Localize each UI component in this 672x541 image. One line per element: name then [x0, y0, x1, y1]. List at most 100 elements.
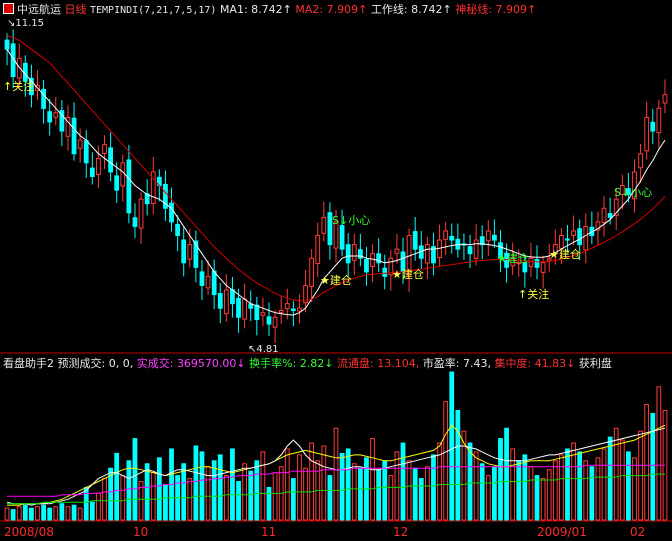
- volume-bar: [242, 463, 248, 521]
- volume-bar: [565, 448, 570, 521]
- candle-body: [83, 140, 89, 164]
- volume-bar: [205, 466, 211, 521]
- volume-bar: [254, 460, 260, 521]
- volume-bar: [650, 412, 656, 521]
- work-line-label: 工作线:: [370, 3, 408, 16]
- candle-body: [132, 217, 138, 227]
- volume-bar: [577, 451, 583, 521]
- build-position-annotation-3: ★建仓: [497, 252, 529, 265]
- candle-body: [485, 230, 491, 242]
- volume-bar: [327, 475, 333, 521]
- volume-bar: [102, 478, 107, 521]
- candle-body: [41, 88, 46, 109]
- candle-body: [242, 298, 248, 320]
- candle-body: [272, 316, 278, 328]
- candle-body: [309, 257, 315, 287]
- lower-indicator-title[interactable]: 看盘助手2: [3, 357, 54, 370]
- turnover-label: 换手率%:: [249, 357, 297, 370]
- volume-bar: [333, 427, 339, 521]
- candle-body: [260, 312, 266, 316]
- candle-body: [4, 39, 10, 50]
- candle-body: [351, 244, 357, 261]
- volume-bar: [290, 478, 296, 521]
- pe-ratio-label: 市盈率:: [422, 357, 460, 370]
- volume-bar: [595, 457, 601, 521]
- period-label[interactable]: 日线: [65, 3, 87, 16]
- volume-bar: [619, 439, 625, 521]
- candle-body: [278, 309, 284, 313]
- volume-bar: [418, 478, 424, 521]
- candle-body: [187, 244, 193, 260]
- candle-body: [217, 293, 223, 309]
- volume-bar: [309, 442, 315, 521]
- candle-body: [236, 297, 241, 318]
- chart-stage: 中远航运 日线 TEMPINDI(7,21,7,5,17) MA1: 8.742…: [0, 0, 672, 541]
- candle-body: [96, 157, 101, 175]
- candle-body: [491, 234, 497, 241]
- candle-body: [181, 239, 187, 264]
- volume-bar: [223, 475, 229, 521]
- stock-chart-canvas[interactable]: [0, 0, 672, 541]
- volume-bar: [230, 448, 235, 521]
- volume-bar: [321, 445, 327, 521]
- float-shares-label: 流通盘:: [337, 357, 374, 370]
- candle-body: [370, 253, 375, 267]
- volume-bar: [114, 452, 120, 521]
- low-price-label: ↖4.81: [248, 344, 279, 355]
- volume-bar: [96, 492, 101, 521]
- date-tab-2009-01[interactable]: 2009/01: [537, 524, 587, 541]
- app-menu-icon[interactable]: [3, 3, 14, 14]
- volume-bar: [144, 463, 150, 521]
- candle-body: [108, 147, 113, 173]
- candle-body: [89, 167, 95, 177]
- candle-body: [205, 275, 211, 289]
- date-tab-02[interactable]: 02: [630, 524, 645, 541]
- mystery-line-label: 神秘线:: [455, 3, 492, 16]
- candle-body: [656, 107, 662, 134]
- volume-bar: [498, 438, 503, 521]
- candle-body: [534, 259, 540, 268]
- volume-bar: [29, 507, 34, 521]
- volume-bar: [35, 506, 40, 521]
- date-tab-2008-08[interactable]: 2008/08: [4, 524, 54, 541]
- date-tab-12[interactable]: 12: [393, 524, 408, 541]
- volume-bar: [181, 463, 187, 521]
- candle-body: [577, 228, 583, 246]
- volume-bar: [400, 442, 406, 521]
- candle-body: [528, 257, 534, 267]
- candle-body: [47, 111, 53, 123]
- volume-bar: [455, 409, 461, 521]
- turnover-value: 2.82↓: [299, 357, 334, 370]
- volume-bar: [351, 463, 357, 521]
- date-tab-11[interactable]: 11: [261, 524, 276, 541]
- candle-body: [53, 112, 59, 118]
- volume-bar: [376, 469, 382, 521]
- date-tab-10[interactable]: 10: [133, 524, 148, 541]
- concentration-label: 集中度:: [494, 357, 532, 370]
- stock-name: 中远航运: [17, 3, 61, 16]
- candle-body: [175, 223, 181, 237]
- candle-body: [449, 235, 455, 241]
- ma2-value: 7.909↑: [326, 3, 368, 16]
- volume-bar: [504, 427, 509, 521]
- candle-body: [223, 289, 229, 315]
- volume-bar: [534, 475, 540, 521]
- candle-body: [467, 246, 473, 255]
- build-position-annotation-4: ★建仓: [549, 248, 581, 261]
- volume-bar: [260, 451, 266, 521]
- build-position-annotation-2: ★建仓: [392, 268, 424, 281]
- volume-bar: [424, 466, 430, 521]
- volume-bar: [613, 427, 619, 521]
- lower-header: 看盘助手2 预测成交: 0, 0, 实成交: 369570.00↓ 换手率%: …: [3, 357, 612, 370]
- candle-body: [199, 271, 205, 286]
- candle-body: [290, 308, 296, 311]
- profit-ratio-label: 获利盘: [578, 357, 612, 370]
- volume-bar: [163, 483, 168, 521]
- volume-bar: [156, 457, 162, 521]
- volume-bar: [510, 448, 516, 521]
- real-volume-value: 369570.00↓: [176, 357, 246, 370]
- volume-bar: [77, 507, 83, 521]
- candle-body: [607, 213, 613, 218]
- candle-body: [382, 267, 388, 277]
- candle-body: [266, 316, 272, 325]
